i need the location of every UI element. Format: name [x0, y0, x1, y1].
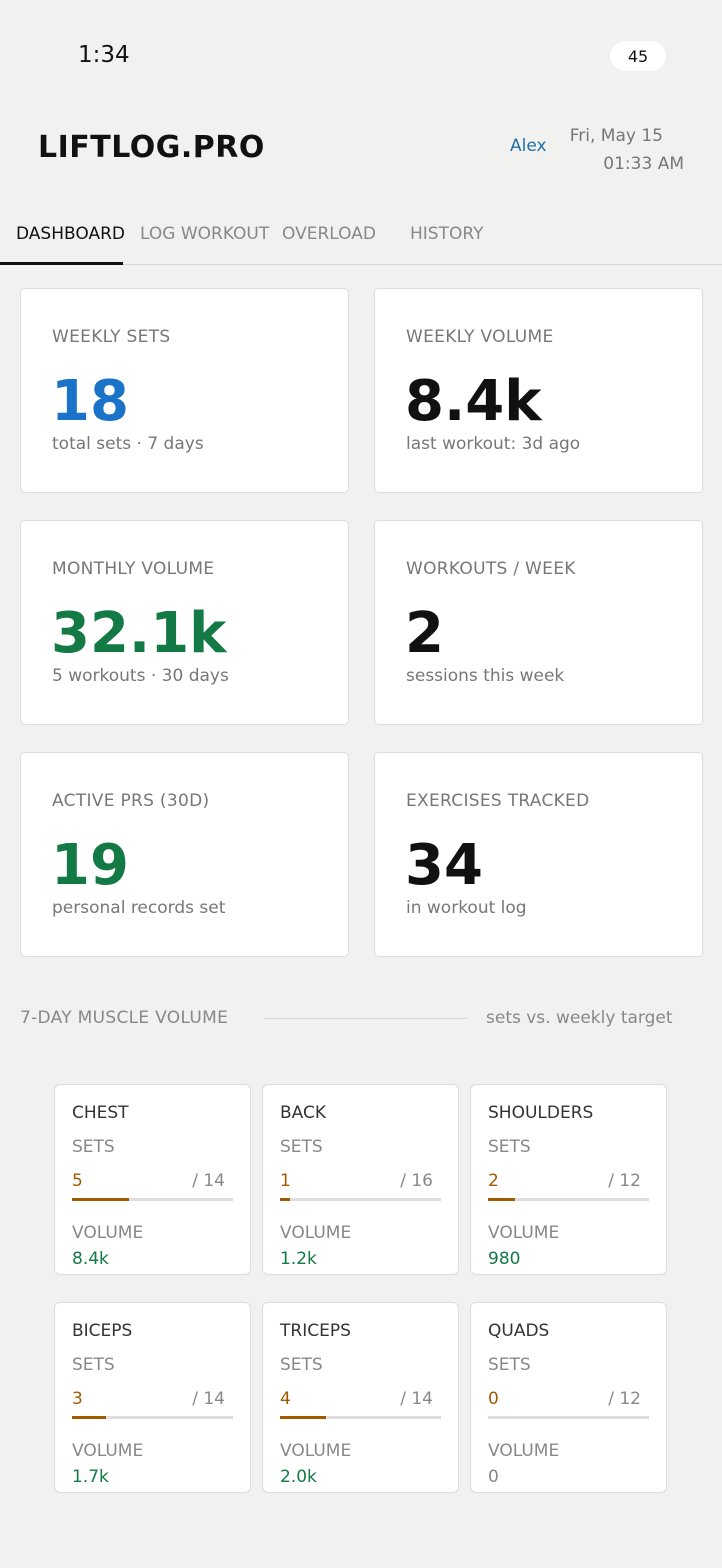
stat-subtext: 5 workouts · 30 days	[52, 666, 229, 686]
volume-value: 2.0k	[280, 1467, 317, 1487]
muscle-card-triceps: TRICEPS SETS 4 / 14 VOLUME 2.0k	[262, 1302, 459, 1493]
stat-value: 34	[405, 833, 483, 898]
sets-progress-fill	[280, 1198, 291, 1201]
header-date: Fri, May 15	[569, 126, 663, 146]
sets-target: / 16	[400, 1171, 433, 1191]
sets-value: 0	[488, 1389, 499, 1409]
sets-progress-bar	[488, 1416, 649, 1419]
muscle-card-biceps: BICEPS SETS 3 / 14 VOLUME 1.7k	[54, 1302, 251, 1493]
tab-history[interactable]: HISTORY	[410, 224, 483, 244]
tab-dashboard[interactable]: DASHBOARD	[16, 224, 125, 244]
stat-card-weekly-volume: WEEKLY VOLUME 8.4k last workout: 3d ago	[374, 288, 703, 493]
sets-value: 2	[488, 1171, 499, 1191]
stat-label: EXERCISES TRACKED	[406, 791, 590, 811]
volume-label: VOLUME	[280, 1441, 352, 1461]
volume-value: 0	[488, 1467, 499, 1487]
user-link[interactable]: Alex	[510, 136, 547, 156]
stat-label: WEEKLY SETS	[52, 327, 171, 347]
muscle-name: CHEST	[72, 1103, 129, 1123]
muscle-card-quads: QUADS SETS 0 / 12 VOLUME 0	[470, 1302, 667, 1493]
sets-progress-bar	[72, 1198, 233, 1201]
muscle-card-shoulders: SHOULDERS SETS 2 / 12 VOLUME 980	[470, 1084, 667, 1275]
sets-progress-fill	[72, 1198, 130, 1201]
sets-label: SETS	[72, 1137, 115, 1157]
sets-value: 3	[72, 1389, 83, 1409]
stat-subtext: last workout: 3d ago	[406, 434, 581, 454]
sets-target: / 14	[192, 1389, 225, 1409]
muscle-name: BACK	[280, 1103, 327, 1123]
stat-label: ACTIVE PRS (30D)	[52, 791, 210, 811]
volume-value: 980	[488, 1249, 521, 1269]
app-screen: 1:34 45 LIFTLOG.PRO Alex Fri, May 15 01:…	[0, 0, 722, 1568]
volume-label: VOLUME	[72, 1223, 144, 1243]
muscle-name: QUADS	[488, 1321, 550, 1341]
muscle-name: BICEPS	[72, 1321, 133, 1341]
sets-progress-fill	[488, 1198, 515, 1201]
tab-overload[interactable]: OVERLOAD	[282, 224, 376, 244]
stat-value: 8.4k	[405, 369, 542, 434]
stat-label: MONTHLY VOLUME	[52, 559, 215, 579]
sets-progress-fill	[72, 1416, 107, 1419]
stat-card-workouts-per-week: WORKOUTS / WEEK 2 sessions this week	[374, 520, 703, 725]
tab-bar: DASHBOARD LOG WORKOUT OVERLOAD HISTORY	[0, 222, 722, 265]
muscle-card-back: BACK SETS 1 / 16 VOLUME 1.2k	[262, 1084, 459, 1275]
stat-value: 32.1k	[51, 601, 227, 666]
sets-target: / 14	[400, 1389, 433, 1409]
sets-target: / 12	[608, 1389, 641, 1409]
sets-value: 1	[280, 1171, 291, 1191]
sets-progress-bar	[488, 1198, 649, 1201]
stat-subtext: personal records set	[52, 898, 226, 918]
section-note: sets vs. weekly target	[486, 1008, 673, 1028]
stat-subtext: in workout log	[406, 898, 527, 918]
stat-card-exercises-tracked: EXERCISES TRACKED 34 in workout log	[374, 752, 703, 957]
muscle-name: SHOULDERS	[488, 1103, 594, 1123]
volume-label: VOLUME	[280, 1223, 352, 1243]
battery-indicator: 45	[610, 41, 666, 71]
stat-subtext: sessions this week	[406, 666, 565, 686]
stat-value: 2	[405, 601, 444, 666]
stat-label: WORKOUTS / WEEK	[406, 559, 576, 579]
tab-log-workout[interactable]: LOG WORKOUT	[140, 224, 269, 244]
sets-label: SETS	[72, 1355, 115, 1375]
header-time: 01:33 AM	[603, 154, 684, 174]
sets-label: SETS	[488, 1355, 531, 1375]
section-title: 7-DAY MUSCLE VOLUME	[20, 1008, 229, 1028]
stat-label: WEEKLY VOLUME	[406, 327, 554, 347]
active-tab-indicator	[0, 262, 123, 265]
muscle-name: TRICEPS	[280, 1321, 351, 1341]
sets-target: / 14	[192, 1171, 225, 1191]
sets-progress-bar	[72, 1416, 233, 1419]
sets-target: / 12	[608, 1171, 641, 1191]
sets-value: 4	[280, 1389, 291, 1409]
volume-label: VOLUME	[488, 1441, 560, 1461]
volume-value: 8.4k	[72, 1249, 109, 1269]
stat-subtext: total sets · 7 days	[52, 434, 204, 454]
sets-label: SETS	[280, 1137, 323, 1157]
volume-value: 1.2k	[280, 1249, 317, 1269]
sets-progress-bar	[280, 1198, 441, 1201]
volume-label: VOLUME	[488, 1223, 560, 1243]
stat-card-weekly-sets: WEEKLY SETS 18 total sets · 7 days	[20, 288, 349, 493]
volume-value: 1.7k	[72, 1467, 109, 1487]
status-time: 1:34	[78, 42, 130, 68]
section-divider	[264, 1018, 467, 1019]
stat-card-monthly-volume: MONTHLY VOLUME 32.1k 5 workouts · 30 day…	[20, 520, 349, 725]
sets-label: SETS	[280, 1355, 323, 1375]
stat-card-active-prs: ACTIVE PRS (30D) 19 personal records set	[20, 752, 349, 957]
app-title: LIFTLOG.PRO	[38, 130, 265, 165]
muscle-card-chest: CHEST SETS 5 / 14 VOLUME 8.4k	[54, 1084, 251, 1275]
stat-value: 18	[51, 369, 129, 434]
stat-value: 19	[51, 833, 129, 898]
sets-label: SETS	[488, 1137, 531, 1157]
sets-progress-fill	[280, 1416, 327, 1419]
sets-progress-bar	[280, 1416, 441, 1419]
volume-label: VOLUME	[72, 1441, 144, 1461]
sets-value: 5	[72, 1171, 83, 1191]
